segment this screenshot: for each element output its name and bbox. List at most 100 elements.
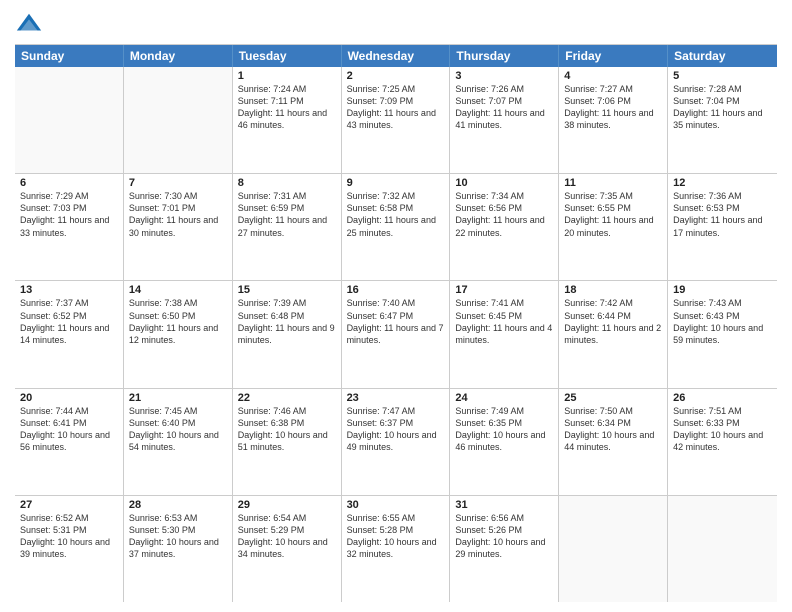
calendar-cell-2-6: 19Sunrise: 7:43 AM Sunset: 6:43 PM Dayli… bbox=[668, 281, 777, 387]
calendar-cell-3-2: 22Sunrise: 7:46 AM Sunset: 6:38 PM Dayli… bbox=[233, 389, 342, 495]
cell-info: Sunrise: 6:52 AM Sunset: 5:31 PM Dayligh… bbox=[20, 512, 118, 561]
day-number: 30 bbox=[347, 499, 445, 511]
day-number: 27 bbox=[20, 499, 118, 511]
weekday-header-wednesday: Wednesday bbox=[342, 45, 451, 67]
day-number: 23 bbox=[347, 392, 445, 404]
calendar-cell-1-4: 10Sunrise: 7:34 AM Sunset: 6:56 PM Dayli… bbox=[450, 174, 559, 280]
day-number: 15 bbox=[238, 284, 336, 296]
day-number: 13 bbox=[20, 284, 118, 296]
cell-info: Sunrise: 7:28 AM Sunset: 7:04 PM Dayligh… bbox=[673, 83, 772, 132]
calendar-cell-1-2: 8Sunrise: 7:31 AM Sunset: 6:59 PM Daylig… bbox=[233, 174, 342, 280]
cell-info: Sunrise: 7:39 AM Sunset: 6:48 PM Dayligh… bbox=[238, 297, 336, 346]
weekday-header-thursday: Thursday bbox=[450, 45, 559, 67]
calendar-row-2: 13Sunrise: 7:37 AM Sunset: 6:52 PM Dayli… bbox=[15, 281, 777, 388]
cell-info: Sunrise: 7:25 AM Sunset: 7:09 PM Dayligh… bbox=[347, 83, 445, 132]
calendar-cell-2-1: 14Sunrise: 7:38 AM Sunset: 6:50 PM Dayli… bbox=[124, 281, 233, 387]
calendar-cell-4-6 bbox=[668, 496, 777, 602]
calendar-cell-4-5 bbox=[559, 496, 668, 602]
calendar-header: SundayMondayTuesdayWednesdayThursdayFrid… bbox=[15, 44, 777, 67]
calendar-cell-1-0: 6Sunrise: 7:29 AM Sunset: 7:03 PM Daylig… bbox=[15, 174, 124, 280]
cell-info: Sunrise: 7:26 AM Sunset: 7:07 PM Dayligh… bbox=[455, 83, 553, 132]
day-number: 6 bbox=[20, 177, 118, 189]
logo bbox=[15, 10, 47, 38]
cell-info: Sunrise: 6:55 AM Sunset: 5:28 PM Dayligh… bbox=[347, 512, 445, 561]
calendar-cell-2-0: 13Sunrise: 7:37 AM Sunset: 6:52 PM Dayli… bbox=[15, 281, 124, 387]
weekday-header-saturday: Saturday bbox=[668, 45, 777, 67]
day-number: 14 bbox=[129, 284, 227, 296]
calendar-cell-0-6: 5Sunrise: 7:28 AM Sunset: 7:04 PM Daylig… bbox=[668, 67, 777, 173]
cell-info: Sunrise: 7:49 AM Sunset: 6:35 PM Dayligh… bbox=[455, 405, 553, 454]
day-number: 8 bbox=[238, 177, 336, 189]
calendar-cell-2-2: 15Sunrise: 7:39 AM Sunset: 6:48 PM Dayli… bbox=[233, 281, 342, 387]
calendar-cell-4-2: 29Sunrise: 6:54 AM Sunset: 5:29 PM Dayli… bbox=[233, 496, 342, 602]
calendar-cell-3-0: 20Sunrise: 7:44 AM Sunset: 6:41 PM Dayli… bbox=[15, 389, 124, 495]
day-number: 12 bbox=[673, 177, 772, 189]
cell-info: Sunrise: 7:24 AM Sunset: 7:11 PM Dayligh… bbox=[238, 83, 336, 132]
calendar-row-0: 1Sunrise: 7:24 AM Sunset: 7:11 PM Daylig… bbox=[15, 67, 777, 174]
day-number: 24 bbox=[455, 392, 553, 404]
day-number: 4 bbox=[564, 70, 662, 82]
weekday-header-friday: Friday bbox=[559, 45, 668, 67]
weekday-header-sunday: Sunday bbox=[15, 45, 124, 67]
calendar-cell-4-1: 28Sunrise: 6:53 AM Sunset: 5:30 PM Dayli… bbox=[124, 496, 233, 602]
weekday-header-monday: Monday bbox=[124, 45, 233, 67]
cell-info: Sunrise: 7:44 AM Sunset: 6:41 PM Dayligh… bbox=[20, 405, 118, 454]
calendar-cell-3-1: 21Sunrise: 7:45 AM Sunset: 6:40 PM Dayli… bbox=[124, 389, 233, 495]
day-number: 17 bbox=[455, 284, 553, 296]
cell-info: Sunrise: 7:36 AM Sunset: 6:53 PM Dayligh… bbox=[673, 190, 772, 239]
calendar-cell-1-1: 7Sunrise: 7:30 AM Sunset: 7:01 PM Daylig… bbox=[124, 174, 233, 280]
calendar-cell-0-1 bbox=[124, 67, 233, 173]
cell-info: Sunrise: 7:42 AM Sunset: 6:44 PM Dayligh… bbox=[564, 297, 662, 346]
day-number: 7 bbox=[129, 177, 227, 189]
day-number: 3 bbox=[455, 70, 553, 82]
cell-info: Sunrise: 7:35 AM Sunset: 6:55 PM Dayligh… bbox=[564, 190, 662, 239]
header bbox=[15, 10, 777, 38]
cell-info: Sunrise: 6:53 AM Sunset: 5:30 PM Dayligh… bbox=[129, 512, 227, 561]
calendar-body: 1Sunrise: 7:24 AM Sunset: 7:11 PM Daylig… bbox=[15, 67, 777, 602]
calendar-cell-4-0: 27Sunrise: 6:52 AM Sunset: 5:31 PM Dayli… bbox=[15, 496, 124, 602]
cell-info: Sunrise: 7:47 AM Sunset: 6:37 PM Dayligh… bbox=[347, 405, 445, 454]
day-number: 21 bbox=[129, 392, 227, 404]
calendar-cell-3-3: 23Sunrise: 7:47 AM Sunset: 6:37 PM Dayli… bbox=[342, 389, 451, 495]
day-number: 16 bbox=[347, 284, 445, 296]
cell-info: Sunrise: 7:30 AM Sunset: 7:01 PM Dayligh… bbox=[129, 190, 227, 239]
calendar-cell-4-4: 31Sunrise: 6:56 AM Sunset: 5:26 PM Dayli… bbox=[450, 496, 559, 602]
cell-info: Sunrise: 7:31 AM Sunset: 6:59 PM Dayligh… bbox=[238, 190, 336, 239]
cell-info: Sunrise: 7:37 AM Sunset: 6:52 PM Dayligh… bbox=[20, 297, 118, 346]
cell-info: Sunrise: 7:51 AM Sunset: 6:33 PM Dayligh… bbox=[673, 405, 772, 454]
cell-info: Sunrise: 6:54 AM Sunset: 5:29 PM Dayligh… bbox=[238, 512, 336, 561]
day-number: 29 bbox=[238, 499, 336, 511]
calendar-row-3: 20Sunrise: 7:44 AM Sunset: 6:41 PM Dayli… bbox=[15, 389, 777, 496]
day-number: 19 bbox=[673, 284, 772, 296]
calendar-cell-0-2: 1Sunrise: 7:24 AM Sunset: 7:11 PM Daylig… bbox=[233, 67, 342, 173]
day-number: 20 bbox=[20, 392, 118, 404]
logo-icon bbox=[15, 10, 43, 38]
day-number: 5 bbox=[673, 70, 772, 82]
calendar-cell-0-4: 3Sunrise: 7:26 AM Sunset: 7:07 PM Daylig… bbox=[450, 67, 559, 173]
calendar-cell-1-5: 11Sunrise: 7:35 AM Sunset: 6:55 PM Dayli… bbox=[559, 174, 668, 280]
day-number: 31 bbox=[455, 499, 553, 511]
calendar-cell-3-6: 26Sunrise: 7:51 AM Sunset: 6:33 PM Dayli… bbox=[668, 389, 777, 495]
calendar-cell-0-3: 2Sunrise: 7:25 AM Sunset: 7:09 PM Daylig… bbox=[342, 67, 451, 173]
day-number: 10 bbox=[455, 177, 553, 189]
calendar-cell-0-5: 4Sunrise: 7:27 AM Sunset: 7:06 PM Daylig… bbox=[559, 67, 668, 173]
day-number: 1 bbox=[238, 70, 336, 82]
day-number: 2 bbox=[347, 70, 445, 82]
cell-info: Sunrise: 7:32 AM Sunset: 6:58 PM Dayligh… bbox=[347, 190, 445, 239]
day-number: 11 bbox=[564, 177, 662, 189]
day-number: 22 bbox=[238, 392, 336, 404]
calendar-row-4: 27Sunrise: 6:52 AM Sunset: 5:31 PM Dayli… bbox=[15, 496, 777, 602]
calendar-cell-4-3: 30Sunrise: 6:55 AM Sunset: 5:28 PM Dayli… bbox=[342, 496, 451, 602]
calendar-cell-1-3: 9Sunrise: 7:32 AM Sunset: 6:58 PM Daylig… bbox=[342, 174, 451, 280]
calendar-cell-2-5: 18Sunrise: 7:42 AM Sunset: 6:44 PM Dayli… bbox=[559, 281, 668, 387]
cell-info: Sunrise: 7:27 AM Sunset: 7:06 PM Dayligh… bbox=[564, 83, 662, 132]
day-number: 25 bbox=[564, 392, 662, 404]
day-number: 28 bbox=[129, 499, 227, 511]
cell-info: Sunrise: 6:56 AM Sunset: 5:26 PM Dayligh… bbox=[455, 512, 553, 561]
calendar-cell-1-6: 12Sunrise: 7:36 AM Sunset: 6:53 PM Dayli… bbox=[668, 174, 777, 280]
page: SundayMondayTuesdayWednesdayThursdayFrid… bbox=[0, 0, 792, 612]
calendar: SundayMondayTuesdayWednesdayThursdayFrid… bbox=[15, 44, 777, 602]
cell-info: Sunrise: 7:43 AM Sunset: 6:43 PM Dayligh… bbox=[673, 297, 772, 346]
weekday-header-tuesday: Tuesday bbox=[233, 45, 342, 67]
day-number: 26 bbox=[673, 392, 772, 404]
